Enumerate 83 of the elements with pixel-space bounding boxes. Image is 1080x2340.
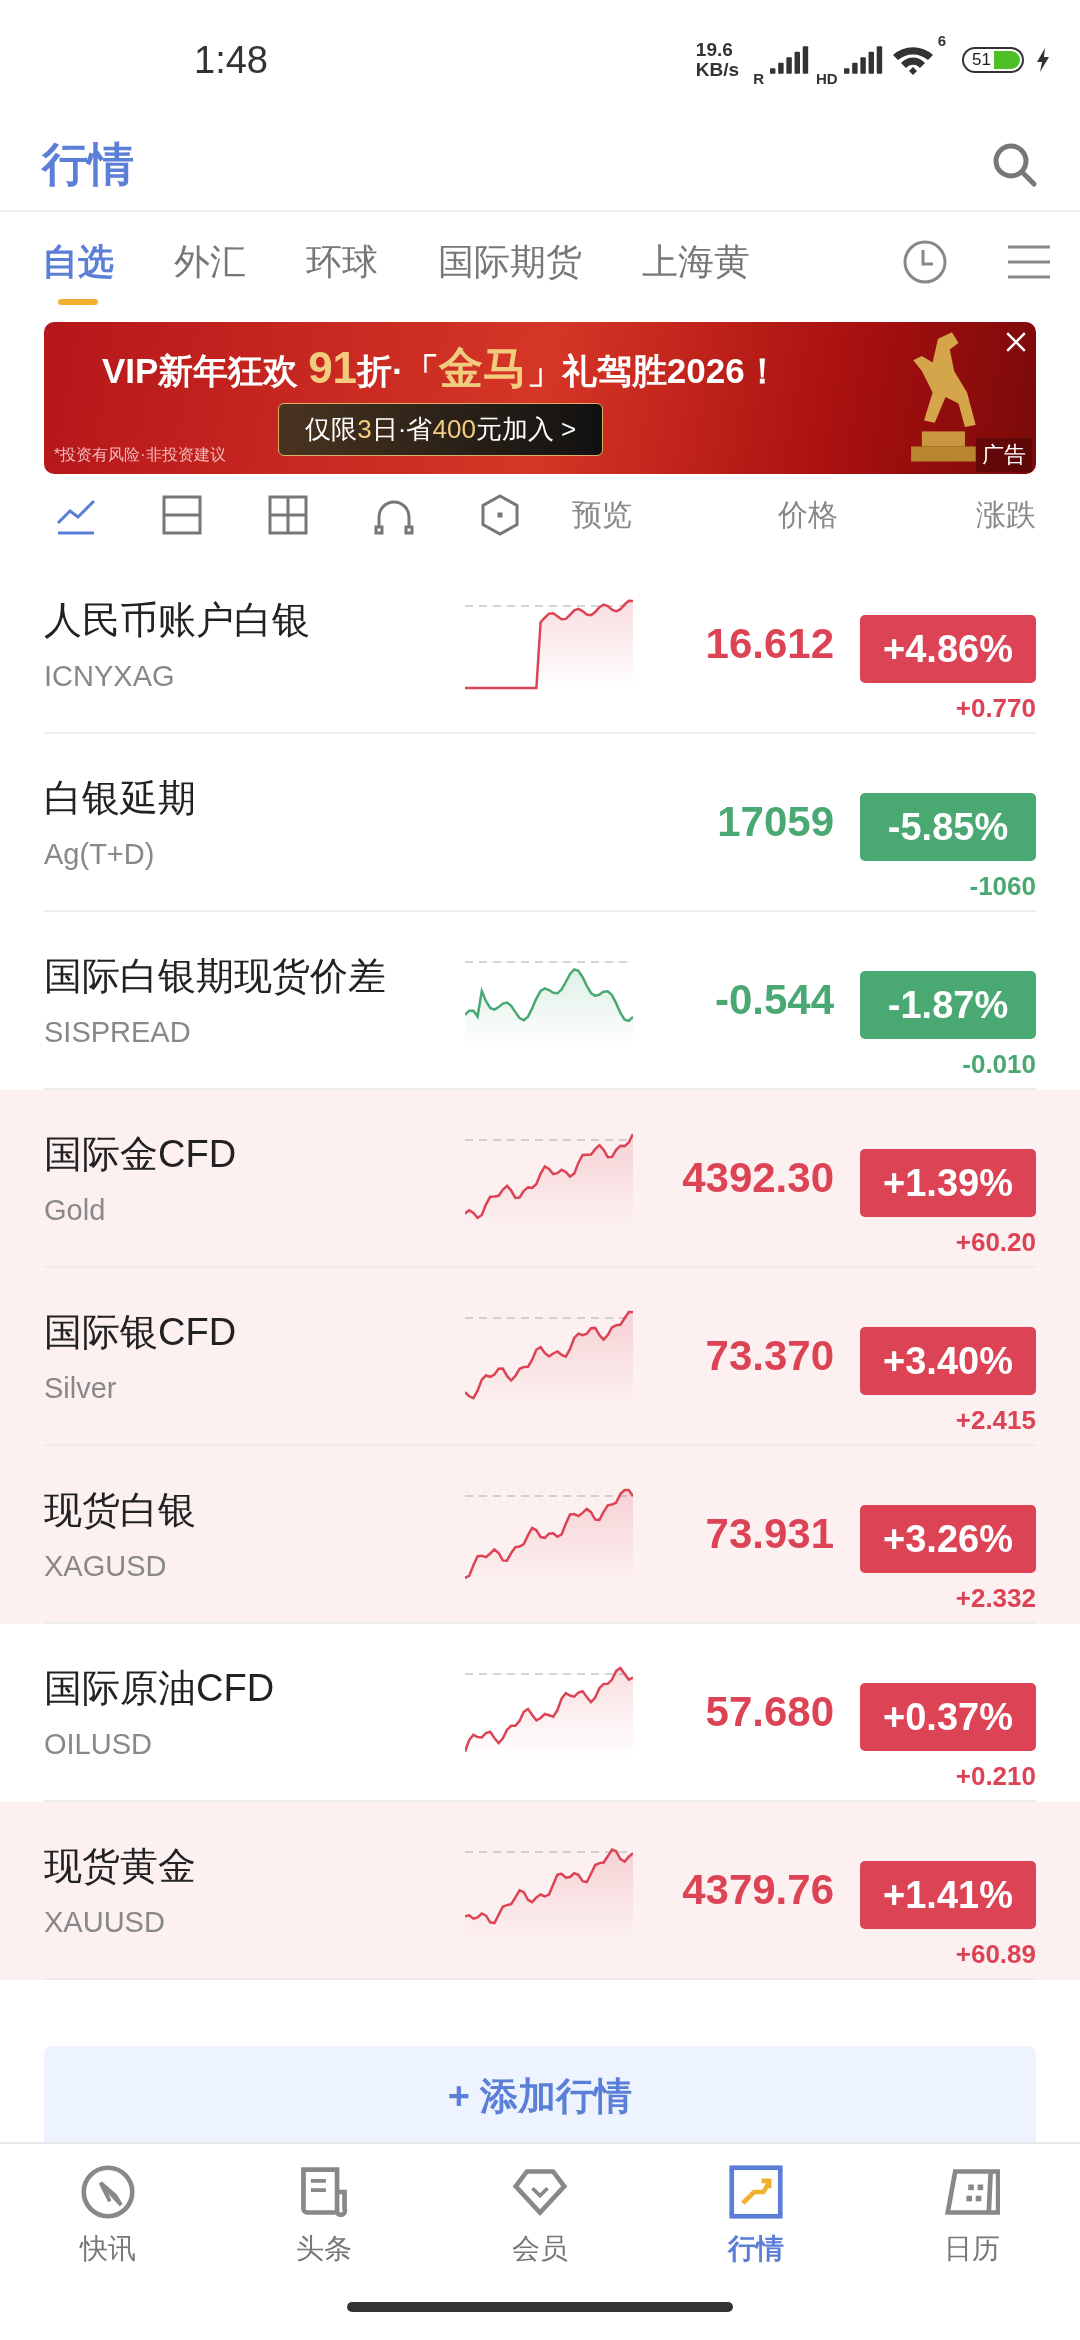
- quote-row-highlight[interactable]: 国际银CFD Silver 73.370 +3.40% +2.415: [0, 1268, 1080, 1446]
- change-percent: +0.37%: [860, 1682, 1036, 1751]
- change-amount: +2.332: [955, 1582, 1036, 1614]
- nav-tab[interactable]: 头条: [216, 2144, 432, 2284]
- instrument-name: 现货白银: [44, 1488, 197, 1533]
- price: 16.612: [704, 620, 834, 668]
- ad-label: 广告: [976, 438, 1032, 472]
- grid-view-icon[interactable]: [266, 493, 310, 537]
- wifi-label: 6: [937, 31, 946, 49]
- instrument-code: ICNYXAG: [44, 660, 176, 693]
- nav-tab[interactable]: 日历: [864, 2144, 1080, 2284]
- clock-icon[interactable]: [902, 239, 948, 285]
- status-time: 1:48: [194, 38, 268, 82]
- price: 17059: [716, 798, 834, 846]
- price: 57.680: [704, 1688, 834, 1736]
- instrument-name: 白银延期: [44, 776, 197, 821]
- add-quote-button[interactable]: + 添加行情: [44, 2046, 1036, 2142]
- change-percent: +3.40%: [860, 1326, 1036, 1395]
- quote-row[interactable]: 人民币账户白银 ICNYXAG 16.612 +4.86% +0.770: [0, 556, 1080, 734]
- instrument-code: XAUUSD: [44, 1906, 166, 1939]
- category-tab[interactable]: 自选: [42, 217, 114, 307]
- price: 73.370: [704, 1332, 834, 1380]
- chart-icon: [728, 2164, 784, 2220]
- change-amount: -1060: [969, 870, 1036, 902]
- change-percent: -1.87%: [860, 970, 1036, 1039]
- instrument-code: Gold: [44, 1194, 107, 1227]
- instrument-name: 国际白银期现货价差: [44, 954, 387, 999]
- change-amount: +60.89: [955, 1938, 1036, 1970]
- instrument-code: Silver: [44, 1372, 118, 1405]
- instrument-name: 人民币账户白银: [44, 598, 311, 643]
- quote-row[interactable]: 国际原油CFD OILUSD 57.680 +0.37% +0.210: [0, 1624, 1080, 1802]
- close-icon[interactable]: [1004, 330, 1028, 354]
- signal-icon: [770, 45, 810, 75]
- change-percent: +1.39%: [860, 1148, 1036, 1217]
- network-speed-unit: KB/s: [695, 60, 740, 80]
- price: 4392.30: [681, 1154, 834, 1202]
- quote-row-highlight[interactable]: 现货黄金 XAUUSD 4379.76 +1.41% +60.89: [0, 1802, 1080, 1980]
- column-header: 预览: [572, 496, 632, 533]
- change-percent: -5.85%: [860, 792, 1036, 861]
- category-tab[interactable]: 国际期货: [438, 217, 582, 307]
- charging-icon: [1036, 47, 1050, 73]
- instrument-name: 国际金CFD: [44, 1132, 238, 1177]
- category-tab[interactable]: 环球: [306, 217, 378, 307]
- nav-tab[interactable]: 行情: [648, 2144, 864, 2284]
- instrument-code: XAGUSD: [44, 1550, 168, 1583]
- change-amount: +0.770: [955, 692, 1036, 724]
- price: -0.544: [713, 976, 834, 1024]
- signal-icon: [843, 45, 884, 75]
- join-button[interactable]: 仅限3日·省400元加入 >: [278, 403, 604, 456]
- category-tab[interactable]: 上海黄: [642, 217, 750, 307]
- page-title: 行情: [42, 137, 134, 192]
- change-amount: -0.010: [962, 1048, 1036, 1080]
- instrument-code: SISPREAD: [44, 1016, 192, 1049]
- instrument-name: 现货黄金: [44, 1844, 197, 1889]
- risk-disclaimer: *投资有风险·非投资建议: [54, 445, 226, 465]
- split-view-icon[interactable]: [160, 493, 204, 537]
- price: 4379.76: [681, 1866, 834, 1914]
- instrument-code: Ag(T+D): [44, 838, 156, 871]
- quote-row-highlight[interactable]: 国际金CFD Gold 4392.30 +1.39% +60.20: [0, 1090, 1080, 1268]
- category-tab[interactable]: 外汇: [174, 217, 246, 307]
- network-speed: 19.6: [695, 40, 734, 60]
- column-header[interactable]: 价格: [778, 494, 838, 536]
- price: 73.931: [704, 1510, 834, 1558]
- change-percent: +1.41%: [860, 1860, 1036, 1929]
- instrument-name: 国际原油CFD: [44, 1666, 276, 1711]
- nav-tab[interactable]: 快讯: [0, 2144, 216, 2284]
- quote-row-highlight[interactable]: 现货白银 XAGUSD 73.931 +3.26% +2.332: [0, 1446, 1080, 1624]
- banner-headline: VIP新年狂欢 91折·「金马」礼驾胜2026！: [102, 342, 780, 394]
- column-header[interactable]: 涨跌: [976, 494, 1036, 536]
- instrument-code: OILUSD: [44, 1728, 153, 1761]
- quote-row[interactable]: 国际白银期现货价差 SISPREAD -0.544 -1.87% -0.010: [0, 912, 1080, 1090]
- quote-row[interactable]: 白银延期 Ag(T+D) 17059 -5.85% -1060: [0, 734, 1080, 912]
- instrument-name: 国际银CFD: [44, 1310, 238, 1355]
- change-amount: +2.415: [955, 1404, 1036, 1436]
- change-amount: +0.210: [955, 1760, 1036, 1792]
- change-amount: +60.20: [955, 1226, 1036, 1258]
- sim-label: HD: [816, 69, 838, 87]
- nav-tab[interactable]: 会员: [432, 2144, 648, 2284]
- change-percent: +3.26%: [860, 1504, 1036, 1573]
- change-percent: +4.86%: [860, 614, 1036, 683]
- sim-label: R: [753, 69, 764, 87]
- promo-banner[interactable]: VIP新年狂欢 91折·「金马」礼驾胜2026！ 仅限3日·省400元加入 > *投资有风险·非投资建议 广告: [44, 322, 1036, 474]
- battery-icon: 51: [962, 47, 1024, 73]
